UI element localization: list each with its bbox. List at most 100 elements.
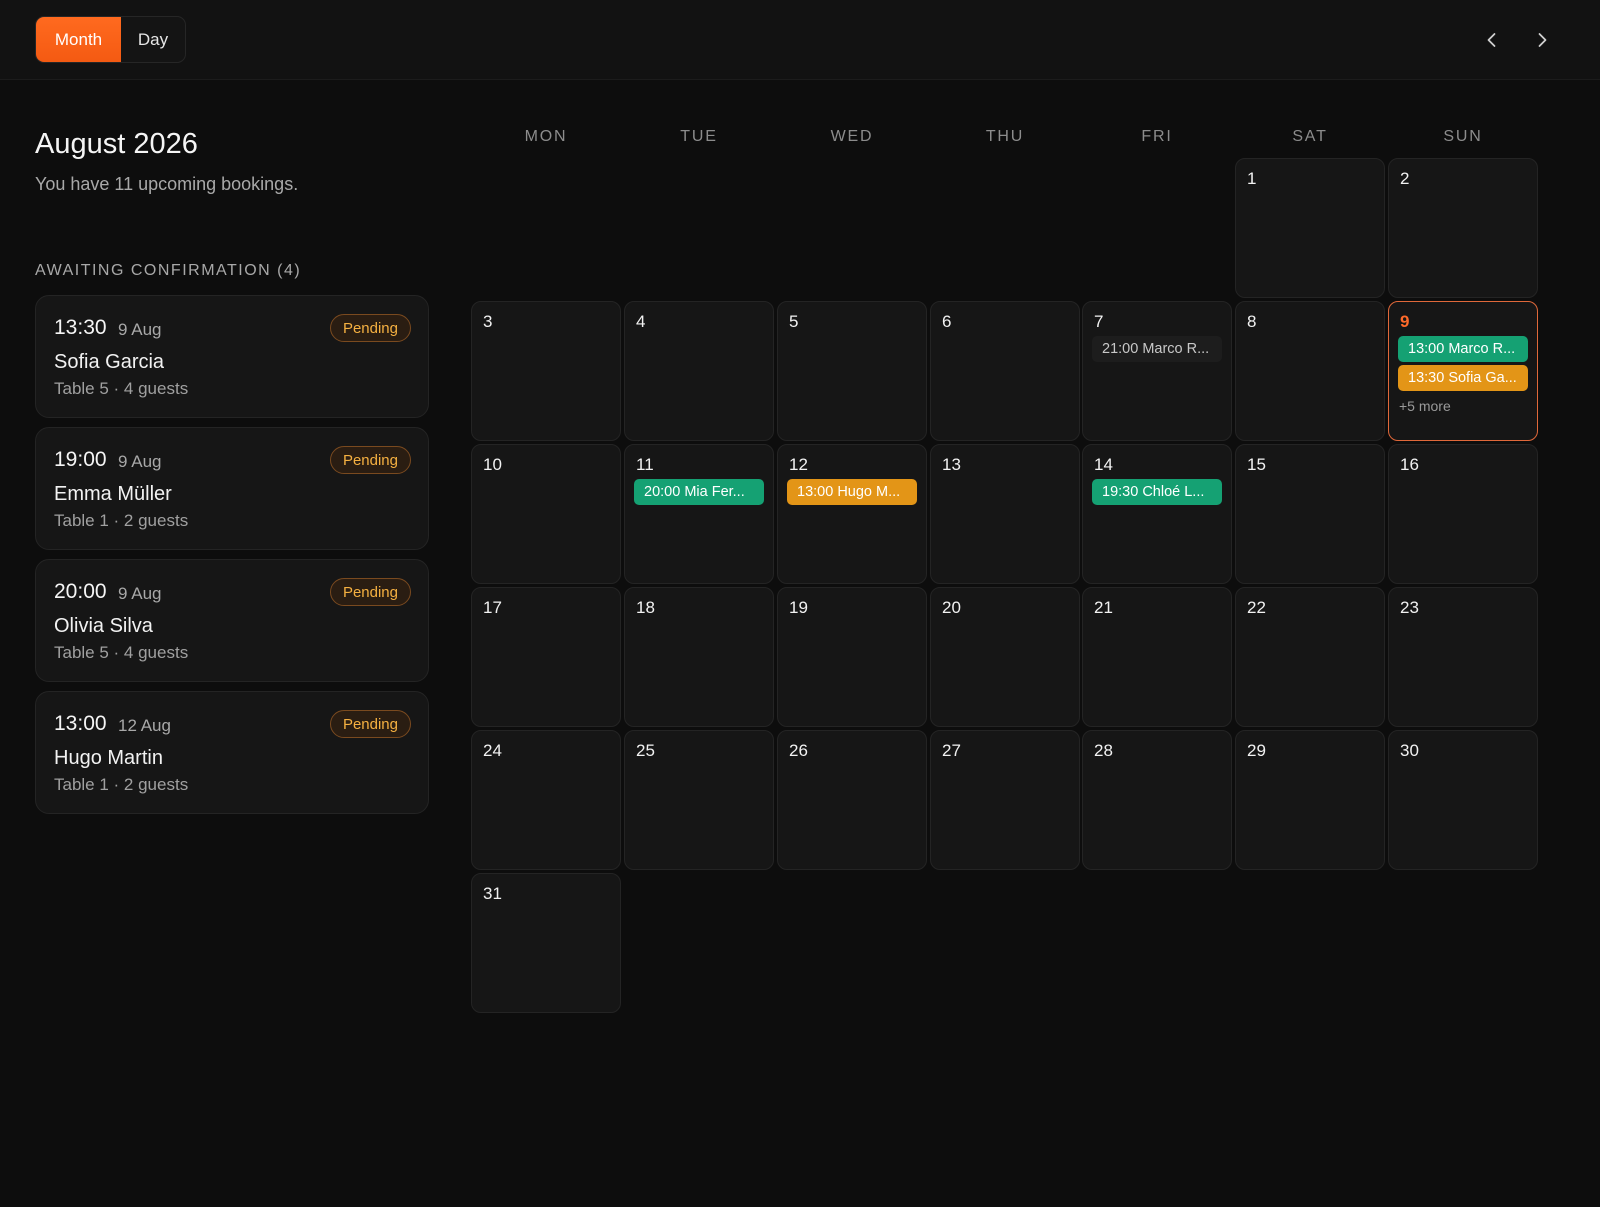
status-badge: Pending: [329, 710, 411, 738]
day-cell-29[interactable]: 29: [1235, 730, 1385, 870]
day-number: 10: [483, 455, 502, 474]
day-number: 21: [1094, 598, 1113, 617]
day-cell-28[interactable]: 28: [1082, 730, 1232, 870]
day-number: 18: [636, 598, 655, 617]
day-cell-1[interactable]: 1: [1235, 158, 1385, 298]
booking-details: Table 1 · 2 guests: [54, 511, 189, 530]
booking-event[interactable]: 13:00 Hugo M...: [787, 479, 917, 505]
day-cell-27[interactable]: 27: [930, 730, 1080, 870]
day-cell-24[interactable]: 24: [471, 730, 621, 870]
day-cell-22[interactable]: 22: [1235, 587, 1385, 727]
day-number: 24: [483, 741, 502, 760]
booking-event[interactable]: 13:00 Marco R...: [1398, 336, 1528, 362]
day-cell-7[interactable]: 7 21:00 Marco R...: [1082, 301, 1232, 441]
booking-time: 19:00: [54, 448, 107, 471]
day-cell-30[interactable]: 30: [1388, 730, 1538, 870]
booking-event[interactable]: 20:00 Mia Fer...: [634, 479, 764, 505]
next-month-button[interactable]: [1524, 22, 1560, 58]
day-number: 2: [1400, 169, 1410, 188]
awaiting-confirmation-heading: AWAITING CONFIRMATION (4): [35, 262, 302, 279]
day-number: 14: [1094, 455, 1113, 474]
more-events-link[interactable]: +5 more: [1399, 398, 1451, 414]
day-number: 31: [483, 884, 502, 903]
day-number: 8: [1247, 312, 1257, 331]
day-cell-10[interactable]: 10: [471, 444, 621, 584]
day-number: 9: [1400, 312, 1410, 331]
weekday-header-thu: THU: [985, 128, 1025, 145]
day-cell-14[interactable]: 14 19:30 Chloé L...: [1082, 444, 1232, 584]
day-cell-11[interactable]: 11 20:00 Mia Fer...: [624, 444, 774, 584]
weekday-header-fri: FRI: [1141, 128, 1173, 145]
day-cell-20[interactable]: 20: [930, 587, 1080, 727]
chevron-left-icon: [1487, 33, 1496, 47]
booking-details: Table 5 · 4 guests: [54, 379, 189, 398]
day-cell-31[interactable]: 31: [471, 873, 621, 1013]
day-cell-8[interactable]: 8: [1235, 301, 1385, 441]
month-view-button[interactable]: Month: [36, 17, 121, 62]
page-title: August 2026: [35, 128, 198, 160]
day-cell-13[interactable]: 13: [930, 444, 1080, 584]
day-cell-12[interactable]: 12 13:00 Hugo M...: [777, 444, 927, 584]
guest-name: Olivia Silva: [54, 615, 153, 637]
day-number: 26: [789, 741, 808, 760]
day-number: 19: [789, 598, 808, 617]
day-cell-3[interactable]: 3: [471, 301, 621, 441]
day-cell-17[interactable]: 17: [471, 587, 621, 727]
view-toggle: Month Day: [35, 16, 186, 63]
day-cell-15[interactable]: 15: [1235, 444, 1385, 584]
previous-month-button[interactable]: [1474, 22, 1510, 58]
weekday-header-tue: TUE: [680, 128, 718, 145]
day-cell-16[interactable]: 16: [1388, 444, 1538, 584]
guest-name: Sofia Garcia: [54, 351, 165, 373]
day-number: 29: [1247, 741, 1266, 760]
top-toolbar: Month Day: [0, 0, 1600, 80]
day-number: 4: [636, 312, 646, 331]
day-number: 12: [789, 455, 808, 474]
booking-details: Table 1 · 2 guests: [54, 775, 189, 794]
day-number: 13: [942, 455, 961, 474]
day-number: 11: [636, 455, 654, 474]
day-cell-23[interactable]: 23: [1388, 587, 1538, 727]
booking-card[interactable]: 20:00 9 Aug Pending Olivia Silva Table 5 · 4…: [35, 559, 429, 682]
booking-date: 9 Aug: [118, 584, 162, 603]
day-cell-21[interactable]: 21: [1082, 587, 1232, 727]
day-cell-25[interactable]: 25: [624, 730, 774, 870]
day-cell-9[interactable]: 9 13:00 Marco R... 13:30 Sofia Ga... +5 mor…: [1388, 301, 1538, 441]
booking-event[interactable]: 19:30 Chloé L...: [1092, 479, 1222, 505]
day-cell-18[interactable]: 18: [624, 587, 774, 727]
booking-event[interactable]: 21:00 Marco R...: [1092, 336, 1222, 362]
day-cell-26[interactable]: 26: [777, 730, 927, 870]
weekday-header-wed: WED: [830, 128, 874, 145]
day-number: 22: [1247, 598, 1266, 617]
day-number: 3: [483, 312, 493, 331]
day-number: 7: [1094, 312, 1104, 331]
day-cell-5[interactable]: 5: [777, 301, 927, 441]
weekday-header-sat: SAT: [1292, 128, 1328, 145]
day-cell-19[interactable]: 19: [777, 587, 927, 727]
bookings-summary: You have 11 upcoming bookings.: [35, 174, 299, 194]
weekday-header-sun: SUN: [1443, 128, 1483, 145]
day-number: 20: [942, 598, 961, 617]
day-cell-6[interactable]: 6: [930, 301, 1080, 441]
day-number: 6: [942, 312, 952, 331]
booking-card[interactable]: 13:30 9 Aug Pending Sofia Garcia Table 5 · 4…: [35, 295, 429, 418]
day-view-button[interactable]: Day: [121, 17, 185, 62]
booking-card[interactable]: 19:00 9 Aug Pending Emma Müller Table 1 · 2 …: [35, 427, 429, 550]
day-number: 25: [636, 741, 655, 760]
booking-details: Table 5 · 4 guests: [54, 643, 189, 662]
day-number: 30: [1400, 741, 1419, 760]
status-badge: Pending: [329, 446, 411, 474]
booking-date: 9 Aug: [118, 452, 162, 471]
day-cell-4[interactable]: 4: [624, 301, 774, 441]
chevron-right-icon: [1538, 33, 1547, 47]
booking-time: 20:00: [54, 580, 107, 603]
day-number: 15: [1247, 455, 1266, 474]
day-number: 28: [1094, 741, 1113, 760]
booking-event[interactable]: 13:30 Sofia Ga...: [1398, 365, 1528, 391]
day-number: 16: [1400, 455, 1419, 474]
booking-date: 12 Aug: [118, 716, 171, 735]
day-number: 17: [483, 598, 502, 617]
booking-time: 13:30: [54, 316, 107, 339]
day-cell-2[interactable]: 2: [1388, 158, 1538, 298]
booking-card[interactable]: 13:00 12 Aug Pending Hugo Martin Table 1 · 2…: [35, 691, 429, 814]
